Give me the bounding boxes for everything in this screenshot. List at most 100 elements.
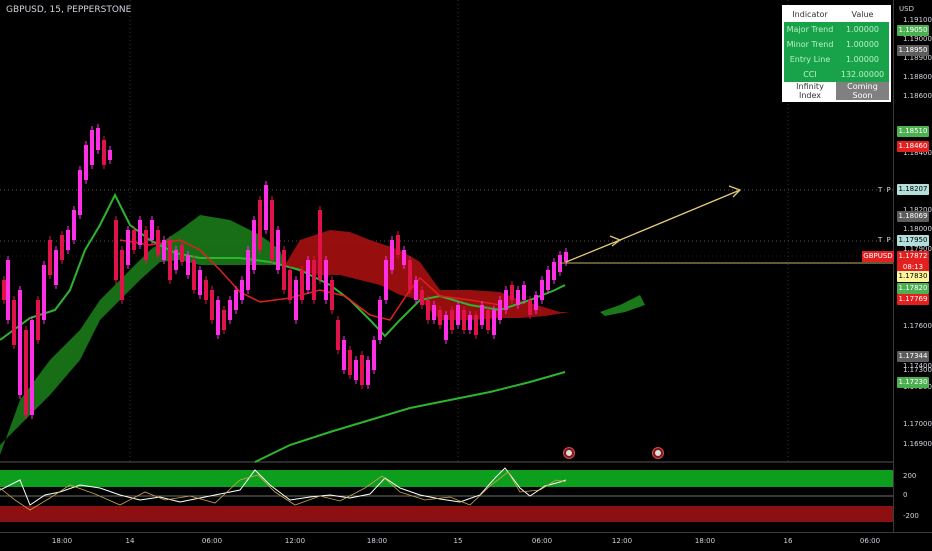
- candle: [540, 280, 544, 300]
- price-tag: 1.17769: [897, 294, 929, 305]
- time-tick: 18:00: [51, 537, 73, 545]
- candle: [90, 130, 94, 165]
- candle: [42, 265, 46, 320]
- candle: [36, 300, 40, 340]
- price-tag: 1.17344: [897, 351, 929, 362]
- symbol-price-tag: GBPUSD: [862, 251, 894, 262]
- candle: [498, 300, 502, 320]
- osc-lower-band: [0, 506, 893, 522]
- candle: [12, 300, 16, 345]
- candle: [276, 230, 280, 270]
- candle: [192, 260, 196, 290]
- table-header: Indicator: [783, 6, 836, 22]
- candle: [528, 300, 532, 315]
- table-cell: 1.00000: [835, 52, 890, 67]
- take-profit-label: T P: [878, 236, 892, 244]
- time-tick: 14: [125, 537, 135, 545]
- candle: [474, 315, 478, 335]
- indicator-table: Indicator Value Major Trend 1.00000 Minor…: [782, 5, 891, 102]
- price-tag: 1.17950: [897, 235, 929, 246]
- candle: [132, 230, 136, 250]
- candle: [480, 305, 484, 325]
- candle: [174, 250, 178, 270]
- price-tick: 1.18600: [903, 92, 932, 100]
- time-tick: 12:00: [284, 537, 306, 545]
- candle: [204, 280, 208, 300]
- candle: [222, 310, 226, 330]
- candle: [180, 245, 184, 262]
- table-header: Value: [835, 6, 890, 22]
- candle: [144, 230, 148, 260]
- candle: [252, 220, 256, 270]
- table-footer: Coming Soon: [835, 82, 890, 101]
- table-footer: Infinity Index: [783, 82, 836, 101]
- cloud-green: [600, 295, 645, 316]
- candle: [300, 270, 304, 300]
- candle: [402, 250, 406, 265]
- candle: [438, 310, 442, 325]
- candle: [354, 360, 358, 380]
- osc-upper-band: [0, 470, 893, 487]
- candle: [84, 145, 88, 180]
- candle: [96, 128, 100, 150]
- candle: [366, 360, 370, 385]
- osc-tick: -200: [903, 512, 919, 520]
- candle: [546, 270, 550, 290]
- time-tick: 06:00: [201, 537, 223, 545]
- candle: [444, 315, 448, 340]
- economic-event-icon[interactable]: [563, 447, 575, 459]
- candle: [54, 250, 58, 285]
- candle: [456, 305, 460, 325]
- time-tick: 06:00: [859, 537, 881, 545]
- candle: [522, 285, 526, 300]
- table-cell: 1.00000: [835, 22, 890, 37]
- candle: [66, 230, 70, 250]
- candle: [420, 290, 424, 305]
- price-tag: 1.18207: [897, 184, 929, 195]
- price-tick: 1.16900: [903, 440, 932, 448]
- price-tag: 1.17830: [897, 271, 929, 282]
- economic-event-icon[interactable]: [652, 447, 664, 459]
- time-tick: 15: [453, 537, 463, 545]
- candle: [324, 260, 328, 300]
- price-tag: 1.18460: [897, 141, 929, 152]
- candle: [534, 295, 538, 310]
- candle: [120, 250, 124, 300]
- candle: [228, 300, 232, 320]
- candle: [336, 320, 340, 350]
- price-tick: 1.17000: [903, 420, 932, 428]
- candle: [516, 290, 520, 305]
- candle: [2, 280, 6, 300]
- candle: [210, 290, 214, 320]
- price-tag: 1.19050: [897, 25, 929, 36]
- tp-arrow: [565, 239, 621, 263]
- candle: [462, 310, 466, 330]
- candle: [390, 240, 394, 270]
- candle: [492, 310, 496, 335]
- candle: [396, 235, 400, 255]
- currency-label: USD: [899, 5, 914, 13]
- table-cell: 132.00000: [835, 67, 890, 82]
- candle: [186, 255, 190, 275]
- chart-canvas[interactable]: [0, 0, 893, 532]
- candle: [306, 260, 310, 290]
- candle: [156, 230, 160, 255]
- price-tick: 1.19100: [903, 16, 932, 24]
- candle: [384, 260, 388, 300]
- candle: [198, 270, 202, 295]
- candle: [150, 220, 154, 240]
- candle: [60, 235, 64, 260]
- price-tag: 1.18069: [897, 211, 929, 222]
- candle: [318, 210, 322, 280]
- price-tick: 1.18800: [903, 73, 932, 81]
- candle: [360, 355, 364, 385]
- tp-arrow-head: [609, 235, 622, 247]
- time-tick: 06:00: [531, 537, 553, 545]
- candle: [432, 305, 436, 320]
- candle: [30, 320, 34, 415]
- candle: [312, 260, 316, 300]
- candle: [270, 200, 274, 260]
- candle: [330, 280, 334, 310]
- take-profit-label: T P: [878, 186, 892, 194]
- table-cell: Minor Trend: [783, 37, 836, 52]
